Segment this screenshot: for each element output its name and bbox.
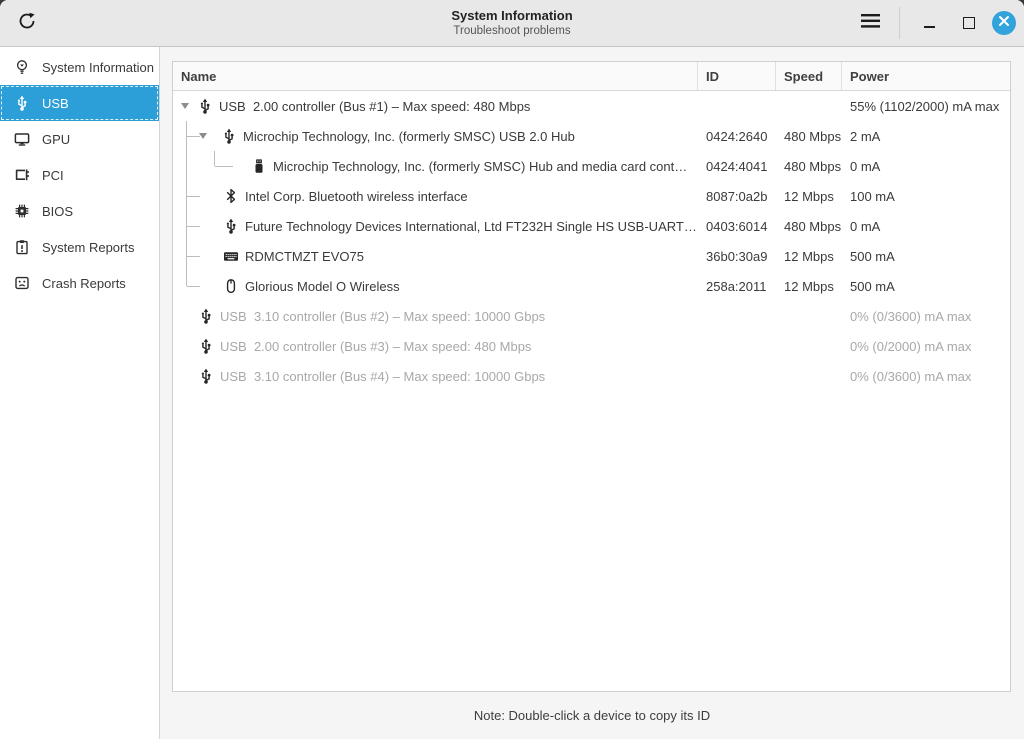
tree-branch — [179, 121, 200, 151]
mouse-icon — [223, 278, 239, 294]
chip-icon — [13, 203, 30, 220]
sidebar-item-system-information[interactable]: System Information — [0, 49, 159, 85]
lightbulb-icon — [13, 59, 30, 76]
table-row[interactable]: USB 3.10 controller (Bus #2) – Max speed… — [173, 301, 1010, 331]
footer-note: Note: Double-click a device to copy its … — [473, 708, 711, 723]
expander-icon[interactable] — [199, 133, 207, 139]
sidebar-item-pci[interactable]: PCI — [0, 157, 159, 193]
table-row[interactable]: RDMCTMZT EVO75 36b0:30a9 12 Mbps 500 mA — [173, 241, 1010, 271]
sidebar: System Information USB GPU PCI BIOS Syst… — [0, 47, 160, 739]
usb-icon — [198, 367, 214, 385]
hamburger-icon — [860, 13, 880, 33]
titlebar: System Information Troubleshoot problems — [0, 0, 1024, 47]
column-header-id[interactable]: ID — [698, 62, 776, 90]
maximize-icon — [963, 17, 975, 29]
sidebar-item-label: Crash Reports — [42, 275, 126, 291]
table-row[interactable]: USB 3.10 controller (Bus #4) – Max speed… — [173, 361, 1010, 391]
tree-branch — [179, 211, 200, 241]
pci-card-icon — [13, 167, 30, 184]
table-row[interactable]: Future Technology Devices International,… — [173, 211, 1010, 241]
expander-icon[interactable] — [181, 103, 189, 109]
sidebar-item-bios[interactable]: BIOS — [0, 193, 159, 229]
column-header-name[interactable]: Name — [173, 62, 698, 90]
sidebar-item-gpu[interactable]: GPU — [0, 121, 159, 157]
minimize-button[interactable] — [912, 6, 946, 40]
sidebar-item-system-reports[interactable]: System Reports — [0, 229, 159, 265]
tree-branch — [179, 271, 200, 301]
table-header: Name ID Speed Power — [173, 62, 1010, 91]
tree-branch — [179, 181, 200, 211]
sidebar-item-label: PCI — [42, 167, 64, 183]
minimize-icon — [923, 26, 935, 28]
tree-branch — [207, 151, 233, 181]
device-table: Name ID Speed Power USB 2.00 controller … — [172, 61, 1011, 692]
maximize-button[interactable] — [952, 6, 986, 40]
column-header-speed[interactable]: Speed — [776, 62, 842, 90]
sidebar-item-label: GPU — [42, 131, 71, 147]
sad-face-icon — [13, 275, 30, 292]
table-row[interactable]: Intel Corp. Bluetooth wireless interface… — [173, 181, 1010, 211]
close-icon — [998, 14, 1010, 32]
table-row[interactable]: USB 2.00 controller (Bus #1) – Max speed… — [173, 91, 1010, 121]
table-row[interactable]: Microchip Technology, Inc. (formerly SMS… — [173, 151, 1010, 181]
app-window: System Information Troubleshoot problems — [0, 0, 1024, 739]
sidebar-item-label: USB — [42, 95, 69, 111]
usb-icon — [197, 97, 213, 115]
keyboard-icon — [223, 248, 239, 264]
tree-branch — [179, 241, 200, 271]
close-button[interactable] — [992, 11, 1016, 35]
sidebar-item-label: System Information — [42, 59, 154, 75]
table-row[interactable]: Microchip Technology, Inc. (formerly SMS… — [173, 121, 1010, 151]
usb-icon — [221, 127, 237, 145]
bluetooth-icon — [223, 188, 239, 204]
sidebar-item-crash-reports[interactable]: Crash Reports — [0, 265, 159, 301]
usb-icon — [198, 337, 214, 355]
sidebar-item-label: System Reports — [42, 239, 135, 255]
main-panel: Name ID Speed Power USB 2.00 controller … — [160, 47, 1024, 739]
usb-icon — [198, 307, 214, 325]
usb-icon — [223, 217, 239, 235]
sidebar-item-label: BIOS — [42, 203, 74, 219]
table-row[interactable]: Glorious Model O Wireless 258a:2011 12 M… — [173, 271, 1010, 301]
flash-drive-icon — [251, 158, 267, 174]
column-header-power[interactable]: Power — [842, 62, 1010, 90]
refresh-button[interactable] — [10, 6, 44, 40]
usb-icon — [13, 95, 30, 112]
monitor-icon — [13, 131, 30, 148]
tree-line — [179, 151, 193, 181]
refresh-icon — [17, 11, 37, 36]
clipboard-icon — [13, 239, 30, 256]
sidebar-item-usb[interactable]: USB — [0, 85, 159, 121]
table-row[interactable]: USB 2.00 controller (Bus #3) – Max speed… — [173, 331, 1010, 361]
menu-button[interactable] — [853, 6, 887, 40]
titlebar-separator — [899, 7, 900, 39]
